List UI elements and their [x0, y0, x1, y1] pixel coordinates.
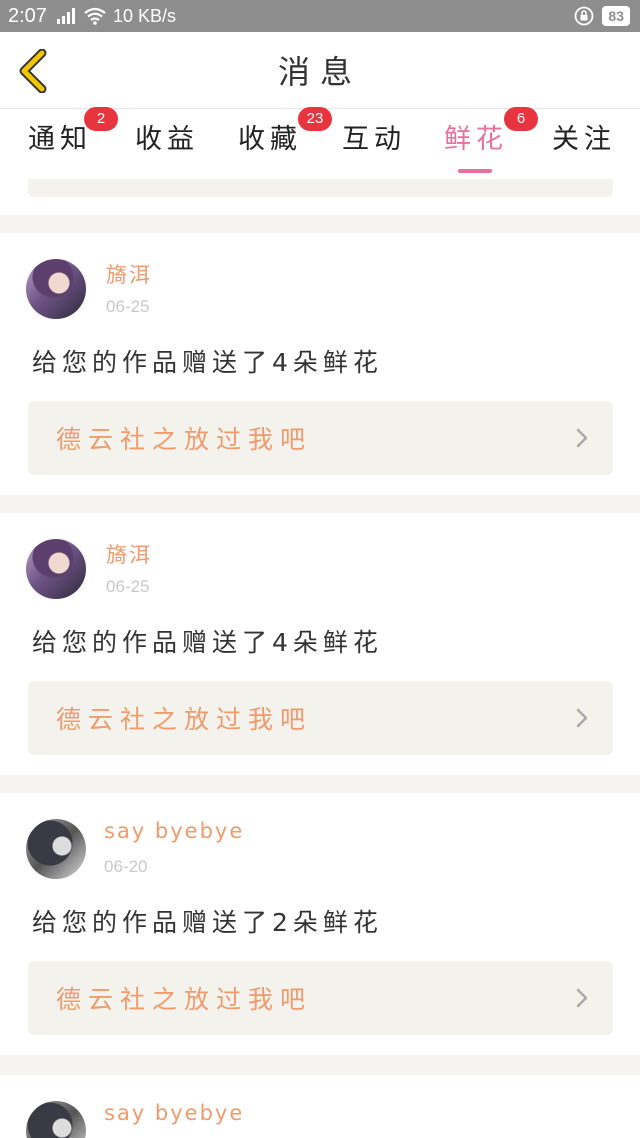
unread-badge: 6	[504, 107, 538, 131]
message-card: 旖洱 06-25 给您的作品赠送了4朵鲜花 德云社之放过我吧	[0, 233, 640, 495]
work-title: 德云社之放过我吧	[56, 425, 313, 454]
message-text: 给您的作品赠送了4朵鲜花	[32, 628, 383, 657]
tab-earnings[interactable]: 收益	[135, 117, 199, 171]
tab-interactions[interactable]: 互动	[342, 117, 406, 171]
work-title: 德云社之放过我吧	[56, 985, 313, 1014]
tab-flowers[interactable]: 鲜花 6	[444, 107, 538, 173]
work-title: 德云社之放过我吧	[56, 705, 313, 734]
sender-name[interactable]: 旖洱	[106, 539, 152, 569]
wifi-icon	[84, 7, 106, 25]
sender-name[interactable]: say byebye	[104, 1101, 244, 1125]
message-card-partial	[0, 179, 640, 215]
chevron-left-icon	[19, 49, 47, 93]
work-link[interactable]: 德云社之放过我吧	[28, 401, 613, 475]
status-bar: 2:07 10 KB/s 83	[0, 0, 640, 32]
unread-badge: 2	[84, 107, 118, 131]
tab-label: 鲜花	[444, 124, 508, 155]
sender-name[interactable]: say byebye	[104, 819, 244, 843]
cellular-signal-icon	[56, 8, 75, 24]
avatar[interactable]	[26, 259, 86, 319]
chevron-right-icon	[576, 708, 588, 728]
status-time: 2:07	[8, 4, 47, 27]
back-button[interactable]	[14, 46, 54, 96]
chevron-right-icon	[576, 428, 588, 448]
active-tab-indicator	[458, 169, 492, 173]
tab-label: 关注	[552, 124, 616, 155]
work-link[interactable]: 德云社之放过我吧	[28, 961, 613, 1035]
rotation-lock-icon	[575, 6, 594, 26]
message-text: 给您的作品赠送了4朵鲜花	[32, 348, 383, 377]
message-date: 06-25	[106, 577, 150, 596]
tab-favorites[interactable]: 收藏 23	[238, 107, 332, 171]
message-card: say byebye 06-20 给您的作品赠送了2朵鲜花 德云社之放过我吧	[0, 793, 640, 1055]
work-link[interactable]: 德云社之放过我吧	[28, 681, 613, 755]
avatar[interactable]	[26, 539, 86, 599]
avatar[interactable]	[26, 819, 86, 879]
message-card: 旖洱 06-25 给您的作品赠送了4朵鲜花 德云社之放过我吧	[0, 513, 640, 775]
tab-following[interactable]: 关注	[552, 117, 616, 171]
work-link-partial[interactable]	[28, 179, 613, 197]
unread-badge: 23	[298, 107, 332, 131]
tab-label: 收益	[135, 124, 199, 155]
header-bar: 消息	[0, 32, 640, 109]
tab-notifications[interactable]: 通知 2	[28, 107, 118, 171]
sender-name[interactable]: 旖洱	[106, 259, 152, 289]
message-text: 给您的作品赠送了2朵鲜花	[32, 908, 383, 937]
tab-bar: 通知 2 收益 收藏 23 互动 鲜花 6 关注	[0, 107, 640, 179]
battery-indicator: 83	[602, 6, 630, 26]
tab-label: 互动	[342, 124, 406, 155]
chevron-right-icon	[576, 988, 588, 1008]
avatar[interactable]	[26, 1101, 86, 1138]
network-speed: 10 KB/s	[112, 5, 176, 26]
message-date: 06-20	[104, 857, 148, 876]
page-title: 消息	[277, 53, 362, 91]
tab-label: 通知	[28, 124, 92, 155]
message-card: say byebye	[0, 1075, 640, 1138]
tab-label: 收藏	[238, 124, 302, 155]
message-date: 06-25	[106, 297, 150, 316]
